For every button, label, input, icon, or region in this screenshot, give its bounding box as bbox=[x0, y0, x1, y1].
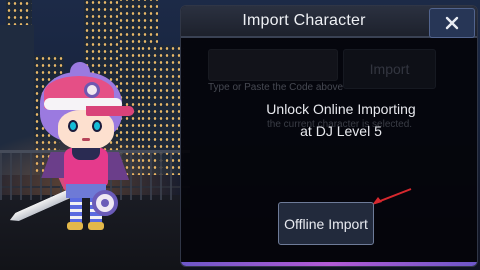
character-cap-badge bbox=[84, 82, 100, 98]
dialog-title: Import Character bbox=[242, 12, 366, 29]
sword bbox=[8, 188, 74, 224]
unlock-level-message: Unlock Online Importing at DJ Level 5 bbox=[221, 98, 461, 142]
dialog-header: Import Character bbox=[181, 6, 477, 38]
character-eye-left bbox=[68, 120, 78, 132]
character-cap-brim bbox=[86, 106, 134, 116]
import-character-dialog: Import Character Import Type or Paste th… bbox=[180, 5, 478, 267]
character-shoe-right bbox=[88, 222, 104, 230]
character-collar bbox=[72, 148, 100, 160]
import-button[interactable]: Import bbox=[343, 49, 436, 89]
close-icon bbox=[445, 16, 459, 30]
offline-import-button[interactable]: Offline Import bbox=[278, 202, 374, 245]
red-arrow-pointer-icon bbox=[372, 188, 412, 205]
character-face bbox=[58, 110, 114, 150]
character-code-input[interactable] bbox=[208, 49, 338, 81]
yoyo-core bbox=[101, 199, 109, 207]
character-shoe-left bbox=[67, 222, 83, 230]
code-hint-text: Type or Paste the Code above bbox=[208, 82, 344, 93]
dialog-bottom-accent bbox=[181, 262, 477, 266]
character-mouth bbox=[82, 138, 90, 141]
close-button[interactable] bbox=[429, 8, 475, 38]
character-preview bbox=[0, 59, 180, 235]
character-eye-right bbox=[92, 120, 102, 132]
unlock-message-line1: Unlock Online Importing bbox=[266, 101, 416, 117]
unlock-message-line2: at DJ Level 5 bbox=[300, 123, 382, 139]
